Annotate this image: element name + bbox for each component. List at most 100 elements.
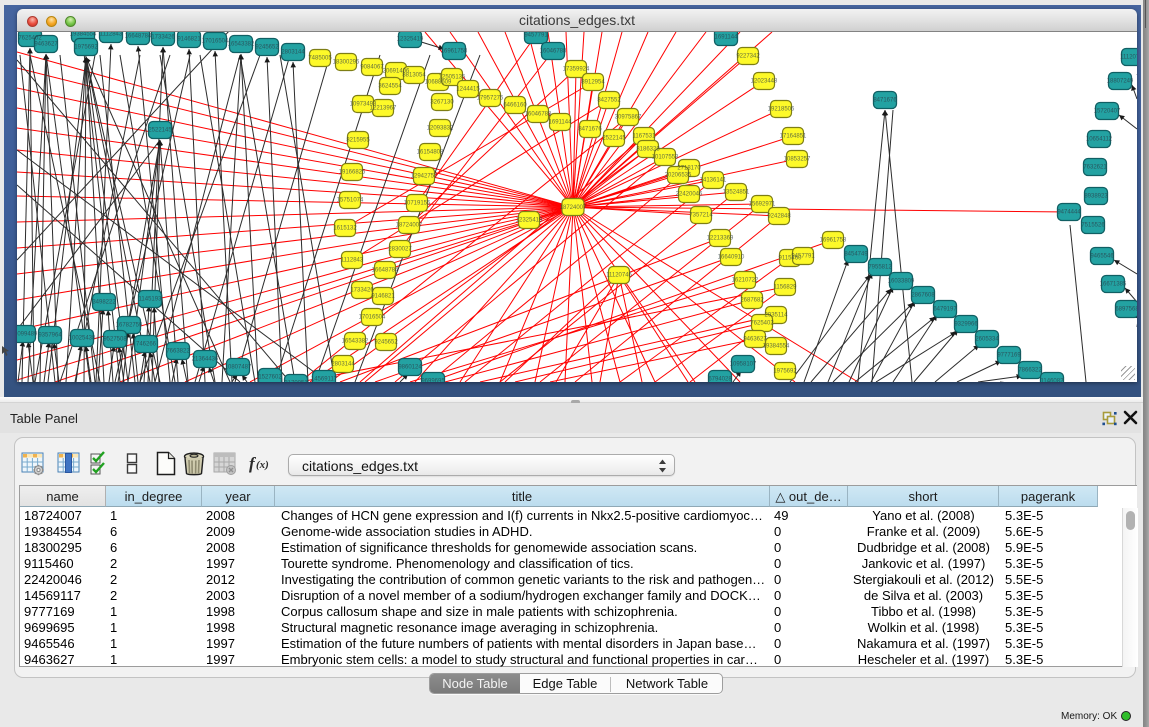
svg-text:1691144: 1691144 [715,35,739,41]
svg-text:1244415: 1244415 [456,87,480,93]
svg-text:12325419: 12325419 [516,218,543,224]
svg-text:12023448: 12023448 [751,79,778,85]
svg-text:1146082: 1146082 [1041,379,1065,383]
svg-text:12213369: 12213369 [707,236,734,242]
svg-text:2522145: 2522145 [148,128,172,134]
svg-text:19166825: 19166825 [339,170,366,176]
svg-text:8186328: 8186328 [636,147,660,153]
svg-text:18724007: 18724007 [396,223,423,229]
svg-text:18724007: 18724007 [560,205,587,211]
svg-text:16543382: 16543382 [228,42,255,48]
svg-text:18807249: 18807249 [1107,79,1134,85]
svg-text:3624554: 3624554 [378,84,402,90]
svg-text:3498222: 3498222 [92,300,116,306]
svg-text:8912954: 8912954 [581,80,605,86]
svg-text:19218506: 19218506 [768,107,795,113]
svg-text:16961758: 16961758 [820,238,847,244]
svg-text:9465546: 9465546 [1090,254,1114,260]
svg-text:16154808: 16154808 [417,150,444,156]
svg-text:30975867: 30975867 [615,115,642,121]
svg-text:16099489: 16099489 [17,332,38,338]
svg-text:8471676: 8471676 [578,127,602,133]
svg-text:9245652: 9245652 [255,45,279,51]
svg-text:1527602: 1527602 [258,375,282,381]
svg-text:1167531: 1167531 [633,134,657,140]
svg-text:6794028: 6794028 [708,377,732,383]
svg-text:9146821: 9146821 [177,37,201,43]
svg-text:2718170: 2718170 [677,166,701,172]
svg-text:10025438: 10025438 [69,336,96,342]
svg-text:17359924: 17359924 [563,67,590,73]
svg-text:9227342: 9227342 [736,54,760,60]
svg-text:2687682: 2687682 [740,298,764,304]
svg-text:16961758: 16961758 [441,49,468,55]
svg-text:16782759: 16782759 [116,323,143,329]
svg-text:16671385: 16671385 [1100,282,1127,288]
svg-text:14136141: 14136141 [700,178,727,184]
svg-text:1145193: 1145193 [139,297,163,303]
svg-text:8938923: 8938923 [1084,194,1108,200]
svg-text:1156829: 1156829 [774,285,798,291]
svg-text:7485005: 7485005 [308,56,332,62]
svg-text:2830027: 2830027 [388,247,412,253]
svg-text:16046788: 16046788 [540,49,567,55]
svg-text:8427552: 8427552 [597,98,621,104]
svg-text:20206535: 20206535 [665,173,692,179]
svg-text:9146821: 9146821 [371,294,395,300]
svg-text:7632621: 7632621 [1083,165,1107,171]
svg-text:9357964: 9357964 [38,333,62,339]
svg-text:9463627: 9463627 [743,337,767,343]
svg-text:16640910: 16640910 [718,255,745,261]
svg-text:17164851: 17164851 [780,134,807,140]
svg-text:16046788: 16046788 [525,112,552,118]
svg-text:9777169: 9777169 [997,353,1021,359]
svg-text:13524851: 13524851 [723,190,750,196]
svg-text:15751074: 15751074 [337,198,364,204]
svg-text:9084067: 9084067 [360,65,384,71]
svg-text:15720407: 15720407 [1094,109,1121,115]
svg-text:2605334: 2605334 [975,337,999,343]
svg-text:14569117: 14569117 [311,377,338,383]
svg-text:746266: 746266 [136,342,157,348]
svg-text:1733426: 1733426 [151,35,175,41]
svg-text:10973493: 10973493 [350,102,377,108]
svg-text:16543382: 16543382 [342,339,369,345]
svg-text:12093832: 12093832 [427,126,454,132]
svg-text:1112843: 1112843 [100,32,123,38]
svg-text:8813054: 8813054 [402,73,426,79]
svg-text:9463627: 9463627 [34,42,58,48]
svg-text:16210722: 16210722 [732,278,759,284]
svg-text:8471676: 8471676 [873,98,897,104]
svg-text:11120746: 11120746 [606,273,632,279]
svg-text:6466160: 6466160 [503,103,527,109]
svg-text:9699695: 9699695 [421,379,445,383]
svg-text:10853257: 10853257 [784,157,811,163]
svg-text:3267130: 3267130 [430,100,454,106]
svg-text:15692971: 15692971 [749,202,776,208]
svg-text:11120746: 11120746 [1120,55,1137,61]
svg-text:19384554: 19384554 [763,344,790,350]
svg-text:6479197: 6479197 [933,307,957,313]
svg-text:2935114: 2935114 [765,313,789,319]
svg-text:10654112: 10654112 [1086,137,1113,143]
svg-text:3170051: 3170051 [284,381,308,383]
svg-text:19384554: 19384554 [70,32,97,38]
svg-text:8454749: 8454749 [844,252,868,258]
svg-text:6897568: 6897568 [1115,307,1137,313]
svg-text:9245652: 9245652 [374,340,398,346]
svg-text:12942757: 12942757 [411,174,438,180]
svg-text:17957275: 17957275 [477,96,504,102]
svg-text:10107553: 10107553 [652,155,679,161]
svg-text:7357214: 7357214 [689,213,713,219]
svg-text:22420046: 22420046 [676,192,703,198]
svg-text:7515526: 7515526 [1081,223,1105,229]
svg-text:7866322: 7866322 [1018,368,1042,374]
svg-text:7625402: 7625402 [750,321,774,327]
svg-text:10807487: 10807487 [225,365,252,371]
svg-text:1691144: 1691144 [549,120,573,126]
svg-text:17016504: 17016504 [359,315,386,321]
svg-text:12325419: 12325419 [397,37,424,43]
svg-text:16648784: 16648784 [125,34,152,40]
svg-text:10719155: 10719155 [404,201,431,207]
svg-text:2522145: 2522145 [602,136,626,142]
